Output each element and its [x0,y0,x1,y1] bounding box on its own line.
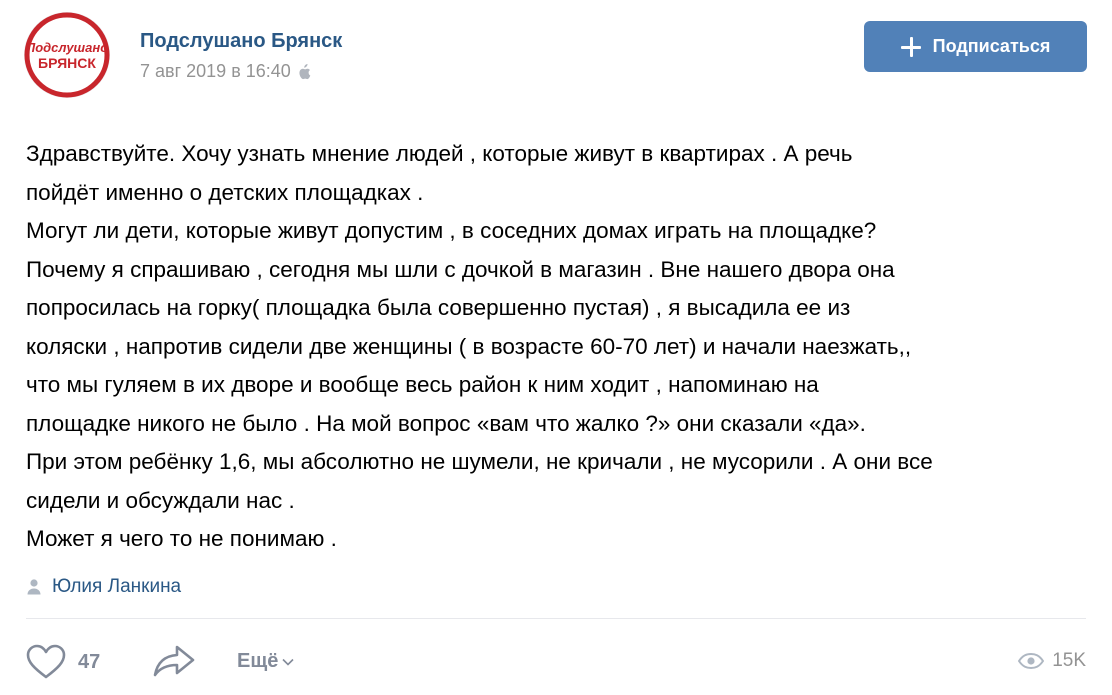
eye-icon [1018,653,1045,669]
post-line: пойдёт именно о детских площадках . [26,179,424,205]
group-logo: Подслушано БРЯНСК [24,12,110,98]
share-button[interactable] [152,644,196,683]
more-button[interactable]: Ещё [237,650,294,673]
chevron-down-icon [282,658,294,666]
post-line: При этом ребёнку 1,6, мы абсолютно не шу… [26,449,933,474]
author-name[interactable]: Юлия Ланкина [52,576,181,598]
post-line: сидели и обсуждали нас . [26,487,295,513]
post-date-text[interactable]: 7 авг 2019 в 16:40 [140,61,291,82]
plus-icon [900,36,921,57]
post-line: Почему я спрашиваю , сегодня мы шли с до… [26,256,895,282]
post-line: что мы гуляем в их дворе и вообще весь р… [26,372,819,397]
post-actions: 47 Ещё 15K [0,630,1112,690]
post-author[interactable]: Юлия Ланкина [26,573,181,601]
post-date[interactable]: 7 авг 2019 в 16:40 [140,61,311,82]
like-button[interactable]: 47 [26,644,100,680]
group-name[interactable]: Подслушано Брянск [140,30,342,53]
divider [26,618,1086,619]
group-avatar[interactable]: Подслушано БРЯНСК [24,12,110,98]
post-line: коляски , напротив сидели две женщины ( … [26,333,912,359]
user-icon [27,579,41,595]
post-header: Подслушано БРЯНСК Подслушано Брянск 7 ав… [0,0,1112,110]
apple-icon [299,63,311,79]
view-count: 15K [1018,650,1086,672]
post-line: Могут ли дети, которые живут допустим , … [26,218,877,243]
svg-text:БРЯНСК: БРЯНСК [38,55,96,71]
share-icon [153,645,195,677]
heart-icon [26,644,66,679]
post-text: Здравствуйте. Хочу узнать мнение людей ,… [26,135,1086,559]
more-label: Ещё [237,650,279,672]
like-count: 47 [78,650,101,673]
subscribe-button[interactable]: Подписаться [864,21,1087,72]
post-line: площадке никого не было . На мой вопрос … [26,410,866,436]
post-line: Может я чего то не понимаю . [26,526,337,551]
subscribe-label: Подписаться [932,36,1051,56]
views-value: 15K [1052,650,1086,671]
svg-text:Подслушано: Подслушано [26,40,108,55]
post-line: попросилась на горку( площадка была сове… [26,295,851,320]
post-line: Здравствуйте. Хочу узнать мнение людей ,… [26,141,853,166]
